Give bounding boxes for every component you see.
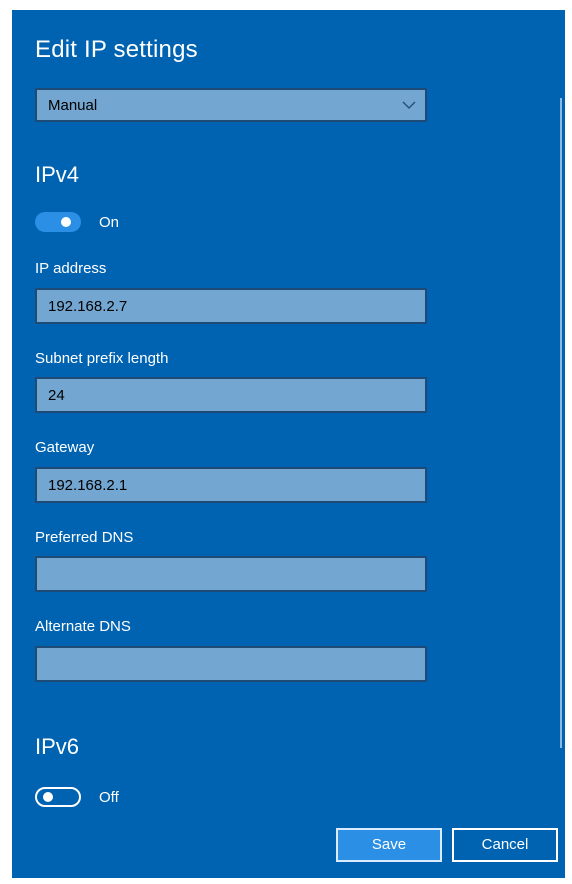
ipv6-toggle-label: Off [99,789,119,806]
ip-assignment-value: Manual [48,97,98,114]
edit-ip-settings-dialog: Edit IP settings Manual IPv4 On IP addre… [12,10,565,878]
toggle-knob [61,217,71,227]
preferred-dns-label: Preferred DNS [35,529,134,546]
gateway-label: Gateway [35,439,95,456]
subnet-prefix-length-label: Subnet prefix length [35,350,169,367]
ipv6-toggle[interactable] [35,787,81,807]
ipv4-toggle-label: On [99,214,120,231]
alternate-dns-input[interactable] [35,646,427,682]
subnet-prefix-length-input[interactable] [35,377,427,413]
alternate-dns-label: Alternate DNS [35,618,131,635]
toggle-knob [43,792,53,802]
save-button[interactable]: Save [336,828,442,862]
preferred-dns-input[interactable] [35,556,427,592]
vertical-scrollbar[interactable] [560,98,562,748]
ip-assignment-select[interactable]: Manual [35,88,427,122]
ip-address-input[interactable] [35,288,427,324]
dialog-title: Edit IP settings [35,36,198,63]
ip-address-label: IP address [35,260,107,277]
ipv4-toggle[interactable] [35,212,81,232]
ipv4-heading: IPv4 [35,162,80,187]
ipv6-heading: IPv6 [35,734,80,759]
chevron-down-icon [402,101,416,109]
gateway-input[interactable] [35,467,427,503]
cancel-button[interactable]: Cancel [452,828,558,862]
